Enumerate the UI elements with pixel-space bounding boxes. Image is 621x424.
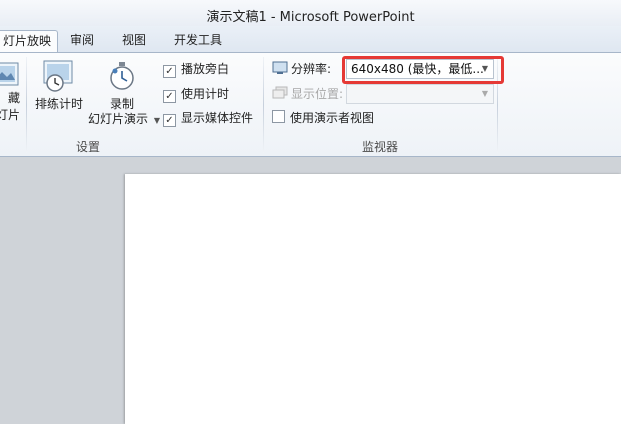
resolution-highlight-box (342, 56, 504, 84)
ribbon: 藏 灯片 排练计时 录制 幻灯片演示 ▼ ✓ 播放旁白 ✓ 使用计时 ✓ 显示媒体控件 (0, 52, 621, 157)
use-timings-label: 使用计时 (181, 87, 230, 101)
play-narrations-checkbox[interactable]: ✓ 播放旁白 (163, 60, 229, 78)
separator (26, 57, 27, 153)
play-narrations-label: 播放旁白 (181, 62, 230, 76)
rehearse-timings-label: 排练计时 (34, 97, 83, 111)
show-on-label-row: 显示位置: (272, 84, 343, 104)
rehearse-timings-button[interactable]: 排练计时 (32, 59, 86, 112)
window-title: 演示文稿1 - Microsoft PowerPoint (206, 10, 415, 25)
tab-developer[interactable]: 开发工具 (166, 30, 230, 52)
use-timings-checkbox[interactable]: ✓ 使用计时 (163, 85, 229, 103)
tab-slide-show[interactable]: 灯片放映 (0, 30, 58, 53)
record-dropdown[interactable]: 幻灯片演示 ▼ (88, 109, 160, 129)
presenter-view-checkbox[interactable]: 使用演示者视图 (272, 109, 374, 127)
rehearse-timings-icon (43, 60, 73, 92)
record-slide-show-button[interactable]: 录制 (100, 59, 144, 112)
resolution-label-row: 分辨率: (272, 59, 331, 79)
checkbox-checked-icon: ✓ (163, 65, 176, 78)
title-bar: 演示文稿1 - Microsoft PowerPoint (0, 0, 621, 26)
show-on-label: 显示位置: (291, 87, 344, 101)
resolution-label: 分辨率: (291, 62, 332, 76)
monitors-icon (272, 86, 288, 99)
ribbon-tab-strip: 灯片放映 审阅 视图 开发工具 (0, 26, 621, 53)
monitor-icon (272, 61, 288, 74)
dropdown-arrow-icon: ▼ (481, 89, 488, 98)
hide-slide-button[interactable]: 藏 灯片 (0, 61, 22, 123)
tab-view[interactable]: 视图 (114, 30, 154, 52)
show-on-dropdown[interactable]: ▼ (346, 84, 494, 104)
monitors-group-label: 监视器 (361, 140, 398, 154)
record-sub-label: 幻灯片演示 (88, 112, 149, 126)
setup-group-label: 设置 (75, 140, 100, 154)
show-media-controls-checkbox[interactable]: ✓ 显示媒体控件 (163, 109, 253, 127)
show-media-controls-label: 显示媒体控件 (181, 111, 254, 125)
separator (263, 57, 264, 153)
hide-slide-label-2: 灯片 (0, 108, 20, 122)
checkbox-unchecked-icon (272, 110, 285, 123)
tab-review[interactable]: 审阅 (62, 30, 102, 52)
hide-slide-label-1: 藏 (7, 91, 20, 105)
slide-canvas[interactable] (125, 174, 621, 424)
dropdown-arrow-icon: ▼ (153, 116, 160, 125)
record-stopwatch-icon (110, 62, 134, 90)
checkbox-checked-icon: ✓ (163, 114, 176, 127)
checkbox-checked-icon: ✓ (163, 90, 176, 103)
presenter-view-label: 使用演示者视图 (290, 111, 375, 125)
hide-slide-icon (0, 62, 19, 86)
